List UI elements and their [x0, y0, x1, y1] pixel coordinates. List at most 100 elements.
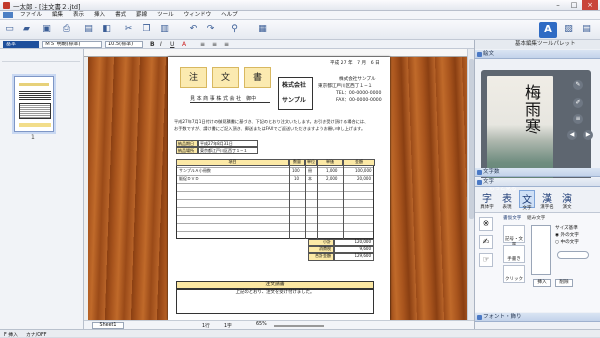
size-option-outer[interactable]: ◉ 外の文字 — [555, 232, 579, 238]
list-icon[interactable]: ≡ — [573, 114, 583, 124]
pen-icon[interactable]: ✐ — [573, 98, 583, 108]
menu-ruled[interactable]: 罫線 — [131, 11, 152, 20]
company-tel: TEL：00-0000-0000 — [336, 91, 382, 96]
stamp-line-2: サンプル — [282, 97, 306, 104]
header-qty: 数量 — [289, 159, 305, 166]
menu-view[interactable]: 表示 — [68, 11, 89, 20]
bold-icon[interactable]: B — [150, 41, 155, 48]
grid-icon[interactable]: ▦ — [256, 23, 269, 36]
text-mode-button[interactable]: A — [539, 22, 557, 38]
page-thumbnail[interactable] — [14, 76, 54, 132]
menu-edit[interactable]: 編集 — [47, 11, 68, 20]
size-slider[interactable] — [557, 251, 589, 259]
app-menu-icon[interactable] — [3, 12, 13, 18]
edit-icon[interactable]: ✎ — [573, 80, 583, 90]
row1-unit: 冊 — [308, 168, 312, 173]
font-decoration-header[interactable]: フォント・飾り — [475, 313, 600, 322]
menu-help[interactable]: ヘルプ — [216, 11, 243, 20]
menu-file[interactable]: ファイル — [15, 11, 47, 20]
minimize-button[interactable]: – — [550, 0, 566, 10]
click-icon[interactable]: ☞ — [479, 253, 493, 267]
handwriting-button[interactable]: 手書き — [503, 245, 525, 263]
delivery-place-label: 納品場所 — [176, 147, 198, 154]
char-count-title: 文字数 — [483, 169, 500, 175]
underline-icon[interactable]: U — [170, 41, 174, 48]
stamp-line-1: 株式会社 — [282, 82, 307, 89]
title-char-3: 書 — [244, 67, 271, 88]
receipt-title: 注文請書 — [176, 281, 374, 289]
items-table[interactable]: 項目 数量 単位 単価 金額 サンプルＡ小冊数 100 冊 1,000 100,… — [176, 159, 375, 239]
copy-icon[interactable]: ❐ — [140, 23, 153, 36]
moji-label: 文字 — [522, 206, 532, 211]
menu-tools[interactable]: ツール — [152, 11, 179, 20]
enbun-button[interactable]: 演演文 — [559, 190, 575, 210]
subtotal-label: 小計 — [308, 239, 334, 246]
size-option-inner[interactable]: ○ 中の文字 — [555, 239, 579, 245]
tab-shokamoji[interactable]: 書仮文字 — [503, 215, 521, 221]
moji-panel-header[interactable]: 文字 — [475, 178, 600, 187]
delete-button[interactable]: 削除 — [555, 279, 573, 287]
print-icon[interactable]: ⎙ — [60, 23, 73, 36]
open-folder-icon[interactable]: ▰ — [20, 23, 33, 36]
row2-amount: 20,000 — [357, 176, 371, 181]
delivery-place-value: 東京都江戸川区西丁１−１ — [198, 147, 258, 154]
click-button[interactable]: クリック — [503, 265, 525, 283]
menu-insert[interactable]: 挿入 — [89, 11, 110, 20]
redo-icon[interactable]: ↷ — [204, 23, 217, 36]
menu-format[interactable]: 書式 — [110, 11, 131, 20]
size-select[interactable]: 10.5(標準) — [105, 41, 143, 48]
receipt-text: 上記のとおり、注文を受け付けました。 — [176, 289, 374, 314]
close-button[interactable]: × — [582, 0, 598, 10]
variant-char-button[interactable]: 字異体字 — [479, 190, 495, 210]
company-name: 株式会社サンプル — [339, 77, 376, 82]
kanji-name-button[interactable]: 漢漢字名 — [539, 190, 555, 210]
expression-button[interactable]: 表表現 — [499, 190, 515, 210]
preview-icon[interactable]: ◧ — [100, 23, 113, 36]
kigou-button[interactable]: 記号・文字 — [503, 225, 525, 248]
prev-arrow-icon[interactable]: ◀ — [567, 130, 577, 140]
cut-icon[interactable]: ✂ — [122, 23, 135, 36]
mode-layout-icon[interactable]: ▤ — [580, 23, 593, 36]
next-arrow-icon[interactable]: ▶ — [583, 130, 593, 140]
thumb-receipt — [19, 123, 51, 127]
new-document-icon[interactable]: ▭ — [3, 23, 16, 36]
kigou-icon[interactable]: ※ — [479, 217, 493, 231]
order-date: 平成 27 年 7 月 6 日 — [330, 61, 380, 66]
expression-glyph: 表 — [502, 194, 512, 205]
document-page[interactable]: 平成 27 年 7 月 6 日 注 文 書 見 本 商 事 株 式 会 社 御中… — [168, 57, 390, 320]
char-count-header[interactable]: 文字数 — [475, 168, 600, 177]
handwriting-icon[interactable]: ✍ — [479, 235, 493, 249]
font-select[interactable]: ＭＳ 明朝(標準) — [42, 41, 102, 48]
header-price: 単価 — [317, 159, 343, 166]
variant-char-glyph: 字 — [482, 194, 492, 205]
undo-icon[interactable]: ↶ — [187, 23, 200, 36]
italic-icon[interactable]: I — [160, 41, 162, 48]
header-amount: 金額 — [343, 159, 375, 166]
menu-window[interactable]: ウィンドウ — [179, 11, 217, 20]
align-left-icon[interactable]: ≡ — [200, 41, 205, 48]
search-icon[interactable]: ⚲ — [228, 23, 241, 36]
save-icon[interactable]: ▣ — [40, 23, 53, 36]
zoom-level[interactable]: 65% — [256, 322, 267, 327]
align-right-icon[interactable]: ≡ — [224, 41, 229, 48]
font-color-icon[interactable]: A — [182, 41, 186, 48]
pdf-icon[interactable]: ▤ — [82, 23, 95, 36]
paste-icon[interactable]: ▥ — [158, 23, 171, 36]
vertical-scrollbar[interactable] — [467, 49, 474, 320]
maximize-button[interactable]: □ — [566, 0, 582, 10]
zoom-slider[interactable] — [274, 325, 324, 327]
sheet-tab[interactable]: Sheet1 — [92, 322, 124, 329]
row1-amount: 100,000 — [355, 168, 372, 173]
row2-unit: 本 — [308, 176, 312, 181]
char-grid-list[interactable] — [531, 225, 551, 275]
emoji-panel-header[interactable]: 絵文 — [475, 50, 600, 59]
insert-button[interactable]: 挿入 — [533, 279, 551, 287]
align-center-icon[interactable]: ≡ — [212, 41, 217, 48]
mode-image-icon[interactable]: ▨ — [562, 23, 575, 36]
moji-button[interactable]: 文文字 — [519, 190, 535, 211]
menu-bar: ファイル 編集 表示 挿入 書式 罫線 ツール ウィンドウ ヘルプ — [0, 11, 600, 20]
company-address: 東京都江戸川区西丁１−１ — [318, 84, 373, 89]
tab-kumimoji[interactable]: 組み文字 — [527, 215, 545, 221]
style-select[interactable]: 基本 — [3, 41, 39, 48]
format-toolbar: 基本 ＭＳ 明朝(標準) 10.5(標準) B I U A ≡ ≡ ≡ — [0, 40, 480, 49]
